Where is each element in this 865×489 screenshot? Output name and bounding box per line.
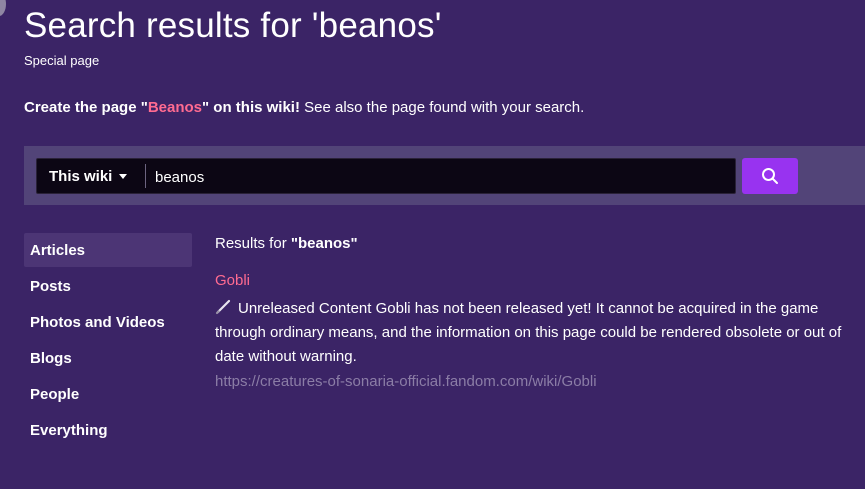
result-url-link[interactable]: https://creatures-of-sonaria-official.fa… bbox=[215, 373, 845, 390]
caret-down-icon bbox=[119, 173, 128, 179]
search-scope-dropdown[interactable]: This wiki bbox=[37, 159, 145, 193]
filter-people[interactable]: People bbox=[24, 377, 192, 411]
result-snippet-text: Unreleased Content Gobli has not been re… bbox=[215, 300, 842, 365]
result-snippet: Unreleased Content Gobli has not been re… bbox=[215, 297, 845, 369]
results-header-prefix: Results for bbox=[215, 235, 291, 252]
search-icon bbox=[762, 168, 778, 184]
search-bar-area: This wiki bbox=[24, 146, 865, 205]
result-item: Gobli Unreleased Content Gobli has not b… bbox=[215, 272, 845, 390]
filter-posts[interactable]: Posts bbox=[24, 269, 192, 303]
create-notice-prefix: Create the page " bbox=[24, 99, 148, 116]
search-input[interactable] bbox=[147, 159, 737, 195]
create-notice-suffix: See also the page found with your search… bbox=[299, 99, 585, 116]
search-box: This wiki bbox=[36, 158, 737, 195]
page-title: Search results for 'beanos' bbox=[24, 6, 442, 45]
filter-blogs[interactable]: Blogs bbox=[24, 341, 192, 375]
search-results: Results for "beanos" Gobli Unreleased Co… bbox=[215, 233, 845, 390]
corner-avatar[interactable] bbox=[0, 0, 6, 16]
search-filter-list: Articles Posts Photos and Videos Blogs P… bbox=[24, 233, 192, 449]
results-header-query: "beanos" bbox=[290, 235, 358, 252]
search-scope-label: This wiki bbox=[49, 167, 113, 185]
filter-articles[interactable]: Articles bbox=[24, 233, 192, 267]
page-subtitle: Special page bbox=[24, 53, 100, 68]
filter-photos-and-videos[interactable]: Photos and Videos bbox=[24, 305, 192, 339]
scope-divider bbox=[145, 164, 146, 188]
result-title-link[interactable]: Gobli bbox=[215, 272, 845, 289]
create-page-notice: Create the page "Beanos" on this wiki! S… bbox=[24, 99, 584, 116]
pencil-icon bbox=[215, 299, 231, 315]
filter-everything[interactable]: Everything bbox=[24, 413, 192, 447]
search-button[interactable] bbox=[742, 158, 798, 194]
create-notice-middle: " on this wiki! bbox=[202, 99, 300, 116]
create-page-link[interactable]: Beanos bbox=[148, 99, 202, 116]
results-header: Results for "beanos" bbox=[215, 235, 845, 252]
